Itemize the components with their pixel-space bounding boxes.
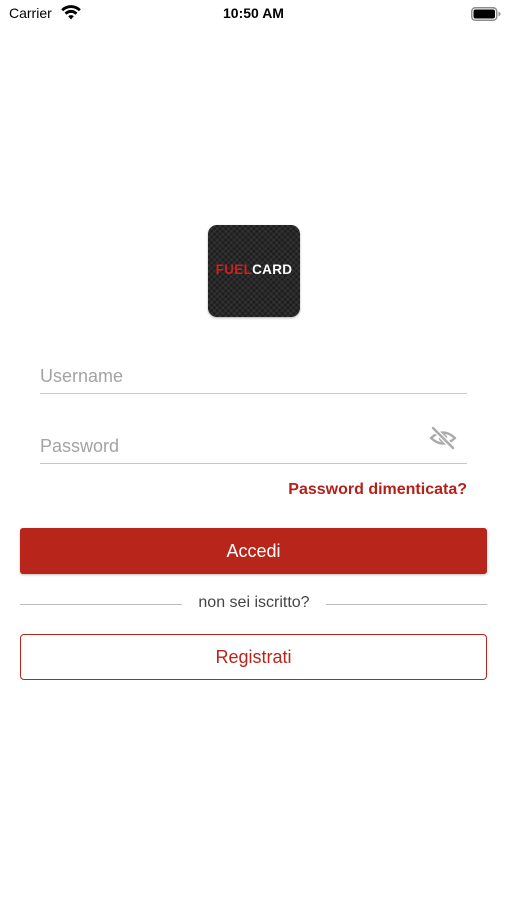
register-button[interactable]: Registrati bbox=[20, 634, 487, 680]
logo-wordmark: FUELCARD bbox=[208, 262, 300, 278]
login-screen: Carrier 10:50 AM FUELCARD Password dimen… bbox=[0, 0, 507, 900]
logo-text-fuel: FUEL bbox=[215, 262, 253, 277]
password-input[interactable] bbox=[40, 433, 420, 459]
divider-text: non sei iscritto? bbox=[198, 594, 310, 611]
eye-slash-icon[interactable] bbox=[429, 426, 457, 450]
clock: 10:50 AM bbox=[223, 5, 284, 21]
username-field bbox=[40, 353, 467, 394]
username-input[interactable] bbox=[40, 363, 420, 389]
login-button[interactable]: Accedi bbox=[20, 528, 487, 574]
battery-icon bbox=[471, 7, 501, 21]
app-logo: FUELCARD bbox=[208, 225, 300, 317]
divider-line-right bbox=[326, 604, 487, 605]
password-field bbox=[40, 423, 467, 464]
status-bar: Carrier 10:50 AM bbox=[0, 0, 507, 28]
divider-line-left bbox=[20, 604, 182, 605]
forgot-password-link[interactable]: Password dimenticata? bbox=[288, 481, 467, 499]
logo-text-card: CARD bbox=[252, 262, 293, 277]
